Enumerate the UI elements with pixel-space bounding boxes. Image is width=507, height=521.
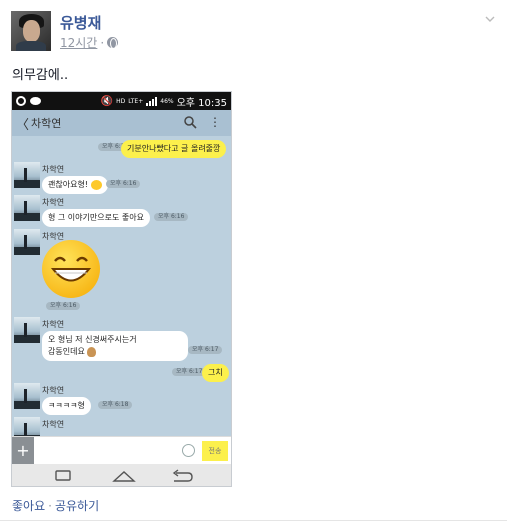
like-link[interactable]: 좋아요 — [12, 499, 45, 513]
mute-icon: 🔇 — [100, 95, 114, 107]
chat-bubble-friend: ㅋㅋㅋㅋ형 — [42, 397, 91, 415]
home-icon[interactable] — [112, 469, 136, 483]
android-nav-bar — [12, 464, 231, 486]
chat-title: 차학연 — [31, 117, 62, 130]
post-text: 의무감에.. — [12, 68, 69, 83]
grin-emoticon — [42, 240, 100, 298]
chevron-down-icon[interactable] — [485, 14, 495, 24]
circle-app-icon — [16, 96, 26, 106]
message-time: 오후 6:16 — [154, 213, 189, 221]
friend-profile-photo[interactable] — [14, 162, 40, 188]
chat-bubble-friend: 형 그 이야기만으로도 좋아요 — [42, 209, 150, 227]
author-name[interactable]: 유병재 — [60, 12, 101, 33]
phone-status-bar: 🔇 HD LTE+ 46% 오후 10:35 — [12, 92, 231, 110]
talk-bubble-icon — [30, 97, 41, 105]
chat-bubble-friend: 괜찮아요형! — [42, 176, 108, 194]
chat-input-bar: + 전송 — [12, 436, 231, 465]
author-avatar[interactable] — [11, 11, 51, 51]
plus-icon[interactable]: + — [12, 437, 34, 465]
message-time: 오후 6:18 — [98, 401, 133, 409]
post-meta: 12시간 · — [60, 34, 119, 51]
sender-name: 차학연 — [42, 165, 65, 174]
sender-name: 차학연 — [42, 386, 65, 395]
friend-profile-photo[interactable] — [14, 317, 40, 343]
face-emoji-icon — [87, 346, 97, 357]
emoticon-icon[interactable] — [182, 444, 195, 457]
chat-bubble-me: 그치 — [202, 364, 229, 382]
friend-profile-photo[interactable] — [14, 229, 40, 255]
sender-name: 차학연 — [42, 320, 65, 329]
post-card: 유병재 12시간 · 의무감에.. 🔇 HD LTE+ 46% 오후 10:35… — [0, 0, 507, 521]
message-time: 오후 6:16 — [106, 180, 141, 188]
post-timestamp[interactable]: 12시간 — [60, 34, 97, 51]
search-icon[interactable] — [183, 115, 197, 129]
message-time: 오후 6:16 — [46, 302, 81, 310]
recent-apps-icon[interactable] — [52, 469, 74, 483]
chat-bubble-me: 기분안나빴다고 글 올려줄깡 — [121, 140, 227, 158]
chat-app-bar: 〈 차학연 ⋮ — [12, 110, 231, 136]
smile-emoji-icon — [90, 179, 102, 190]
lte-label: LTE+ — [128, 97, 144, 105]
sender-name: 차학연 — [42, 198, 65, 207]
message-time: 오후 6:17 — [188, 346, 223, 354]
more-options-icon[interactable]: ⋮ — [209, 115, 221, 129]
attached-photo[interactable]: 🔇 HD LTE+ 46% 오후 10:35 〈 차학연 ⋮ 오후 6:15 기… — [11, 91, 232, 487]
post-actions: 좋아요 · 공유하기 — [12, 499, 100, 513]
back-icon[interactable]: 〈 — [16, 114, 29, 133]
share-link[interactable]: 공유하기 — [55, 499, 99, 513]
battery-percent: 46% — [160, 97, 174, 105]
back-nav-icon[interactable] — [170, 469, 194, 483]
public-globe-icon[interactable] — [107, 37, 119, 49]
friend-profile-photo[interactable] — [14, 383, 40, 409]
clock: 오후 10:35 — [176, 97, 227, 109]
friend-profile-photo[interactable] — [14, 195, 40, 221]
hd-icon: HD — [116, 97, 126, 105]
send-button[interactable]: 전송 — [202, 441, 228, 461]
signal-icon — [146, 96, 158, 106]
chat-bubble-friend: 오 형님 저 신경써주시는거 감동인데요 — [42, 331, 188, 361]
sender-name: 차학연 — [42, 420, 65, 429]
